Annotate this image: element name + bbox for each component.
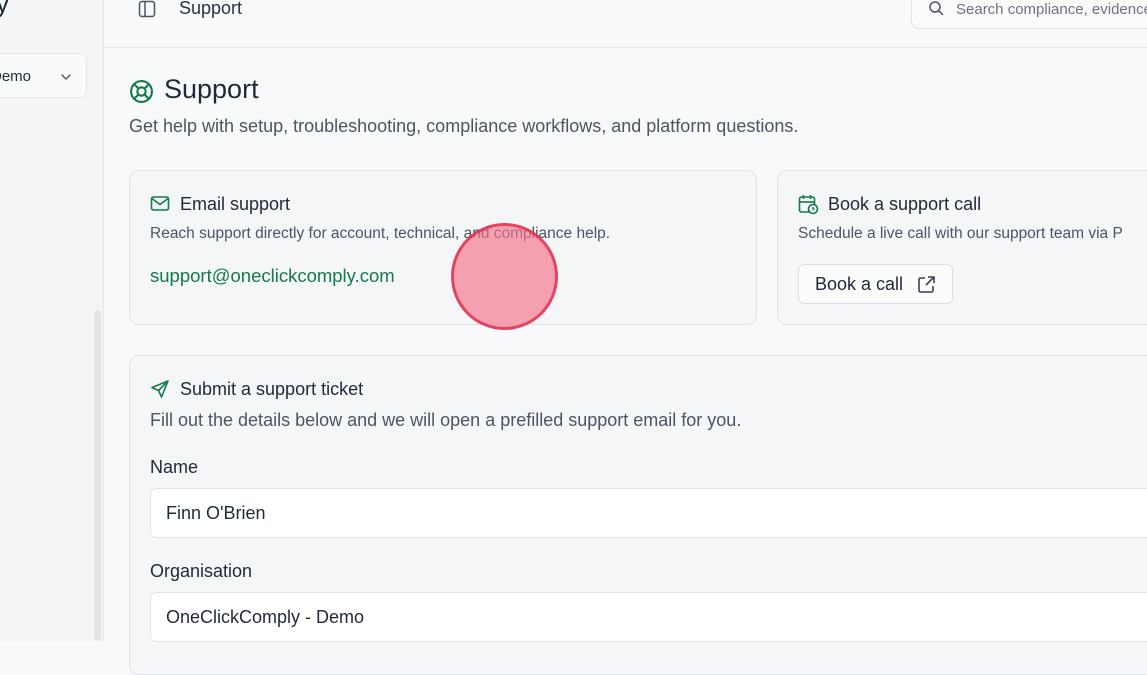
email-support-title: Email support xyxy=(180,194,291,214)
name-field-label: Name xyxy=(150,457,199,477)
name-field[interactable] xyxy=(150,488,1147,538)
support-ticket-card: Submit a support ticket Fill out the det… xyxy=(129,355,1147,675)
organisation-field[interactable] xyxy=(150,592,1147,642)
sidebar: y Demo xyxy=(0,0,104,641)
org-switcher[interactable]: Demo xyxy=(0,53,87,98)
email-support-card: Email support Reach support directly for… xyxy=(129,170,757,325)
ticket-title: Submit a support ticket xyxy=(180,379,364,399)
page-title: Support xyxy=(164,74,259,104)
external-link-icon xyxy=(917,275,936,299)
email-support-description: Reach support directly for account, tech… xyxy=(150,225,611,242)
topbar-title: Support xyxy=(179,0,243,18)
org-switcher-label: Demo xyxy=(0,68,32,85)
mail-icon xyxy=(150,195,170,218)
ticket-description: Fill out the details below and we will o… xyxy=(150,410,742,430)
search-input[interactable] xyxy=(954,0,1147,19)
chevron-down-icon xyxy=(60,70,72,88)
search-box[interactable] xyxy=(911,0,1147,29)
book-a-call-button[interactable]: Book a call xyxy=(798,264,953,304)
book-call-card: Book a support call Schedule a live call… xyxy=(777,170,1147,325)
page-subtitle: Get help with setup, troubleshooting, co… xyxy=(129,116,799,136)
search-icon xyxy=(928,0,944,21)
organisation-field-label: Organisation xyxy=(150,561,253,581)
book-a-call-label: Book a call xyxy=(815,274,904,294)
topbar: Support xyxy=(104,0,1147,48)
support-email-link[interactable]: support@oneclickcomply.com xyxy=(150,265,395,287)
lifebuoy-icon xyxy=(129,79,154,109)
brand-name-fragment: y xyxy=(0,0,9,18)
send-icon xyxy=(150,379,170,404)
sidebar-toggle-icon[interactable] xyxy=(138,0,156,23)
book-call-title: Book a support call xyxy=(828,194,982,214)
book-call-description: Schedule a live call with our support te… xyxy=(798,225,1123,242)
calendar-clock-icon xyxy=(798,194,819,220)
sidebar-scrollbar[interactable] xyxy=(94,310,101,641)
